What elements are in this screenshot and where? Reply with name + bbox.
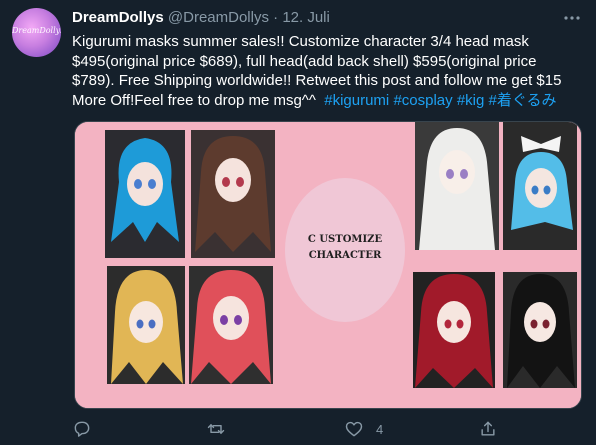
share-icon <box>481 421 495 436</box>
tweet-media[interactable]: C USTOMIZE CHARACTER <box>74 121 582 409</box>
photo-cyan-mask <box>503 122 577 250</box>
photo-white-mask <box>415 122 499 250</box>
customize-line2: CHARACTER <box>309 250 382 261</box>
photo-blue-mask <box>105 130 185 258</box>
like-icon <box>345 421 363 437</box>
customize-line1: C USTOMIZE <box>308 234 383 245</box>
hashtag-kig[interactable]: #kig <box>457 92 485 109</box>
retweet-button[interactable] <box>206 418 226 440</box>
reply-icon <box>74 421 90 437</box>
tweet-date[interactable]: 12. Juli <box>282 9 330 26</box>
tweet[interactable]: DreamDollys DreamDollys @DreamDollys · 1… <box>0 0 596 445</box>
user-handle[interactable]: @DreamDollys <box>168 9 269 26</box>
tweet-header: DreamDollys @DreamDollys · 12. Juli <box>72 9 330 27</box>
photo-blonde-mask <box>107 266 185 384</box>
like-count: 4 <box>376 421 384 437</box>
customize-oval: C USTOMIZE CHARACTER <box>285 178 405 322</box>
avatar-logo-text: DreamDollys <box>12 26 61 35</box>
avatar[interactable]: DreamDollys <box>12 8 61 57</box>
hashtag-kigurumi-jp[interactable]: #着ぐるみ <box>489 92 557 109</box>
tweet-text: Kigurumi masks summer sales!! Customize … <box>72 32 582 110</box>
media-collage: C USTOMIZE CHARACTER <box>75 122 581 408</box>
photo-red-mask <box>189 266 273 384</box>
tweet-actions: 4 <box>72 418 582 440</box>
like-button[interactable]: 4 <box>344 418 383 440</box>
share-button[interactable] <box>478 418 498 440</box>
photo-darkred-mask <box>413 272 495 388</box>
hashtag-kigurumi[interactable]: #kigurumi <box>324 92 389 109</box>
photo-brown-mask <box>191 130 275 258</box>
separator: · <box>273 9 279 26</box>
more-options-button[interactable] <box>562 8 582 28</box>
retweet-icon <box>207 424 225 434</box>
hashtag-cosplay[interactable]: #cosplay <box>393 92 452 109</box>
more-dots-icon <box>564 16 580 20</box>
reply-button[interactable] <box>72 418 92 440</box>
photo-black-mask <box>503 272 577 388</box>
display-name[interactable]: DreamDollys <box>72 9 164 26</box>
